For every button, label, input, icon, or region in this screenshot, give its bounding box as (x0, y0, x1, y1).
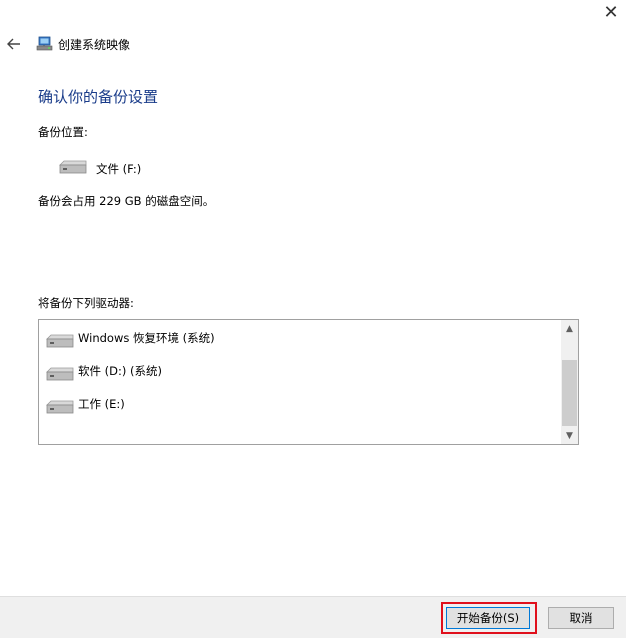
chevron-up-icon: ▲ (566, 323, 573, 334)
hard-drive-icon (46, 334, 74, 348)
close-button[interactable]: ✕ (596, 0, 626, 26)
back-arrow-icon (7, 38, 20, 50)
footer-bar: 开始备份(S) 取消 (0, 596, 626, 638)
start-backup-button[interactable]: 开始备份(S) (446, 607, 530, 629)
backup-location-drive: 文件 (F:) (96, 162, 142, 176)
drives-list[interactable]: Windows 恢复环境 (系统) 软件 (D:) (系统) 工作 (E:) ▲ (38, 319, 579, 445)
list-item[interactable]: 工作 (E:) (45, 394, 555, 416)
close-icon: ✕ (603, 2, 619, 23)
system-image-icon (36, 36, 53, 51)
scroll-thumb[interactable] (562, 360, 577, 426)
page-heading: 确认你的备份设置 (38, 88, 159, 106)
drives-to-backup-label: 将备份下列驱动器: (38, 296, 134, 310)
space-info-text: 备份会占用 229 GB 的磁盘空间。 (38, 194, 215, 208)
list-item[interactable]: Windows 恢复环境 (系统) (45, 328, 555, 350)
drive-label: 软件 (D:) (系统) (78, 364, 162, 378)
create-system-image-window: ✕ 创建系统映像 确认你的备份设置 备份位置: 文件 (F:) 备份会占用 22… (0, 0, 626, 638)
backup-location-label: 备份位置: (38, 125, 88, 139)
back-button[interactable] (4, 30, 24, 58)
chevron-down-icon: ▼ (566, 430, 573, 441)
hard-drive-icon (46, 367, 74, 381)
drive-label: Windows 恢复环境 (系统) (78, 331, 215, 345)
vertical-scrollbar[interactable]: ▲ ▼ (561, 320, 578, 444)
drive-label: 工作 (E:) (78, 397, 125, 411)
window-header: 创建系统映像 (0, 30, 626, 58)
window-title: 创建系统映像 (58, 38, 131, 52)
list-item[interactable]: 软件 (D:) (系统) (45, 361, 555, 383)
scroll-down-button[interactable]: ▼ (561, 427, 578, 444)
scroll-up-button[interactable]: ▲ (561, 320, 578, 337)
hard-drive-icon (46, 400, 74, 414)
hard-drive-icon (59, 160, 87, 174)
cancel-button[interactable]: 取消 (548, 607, 614, 629)
